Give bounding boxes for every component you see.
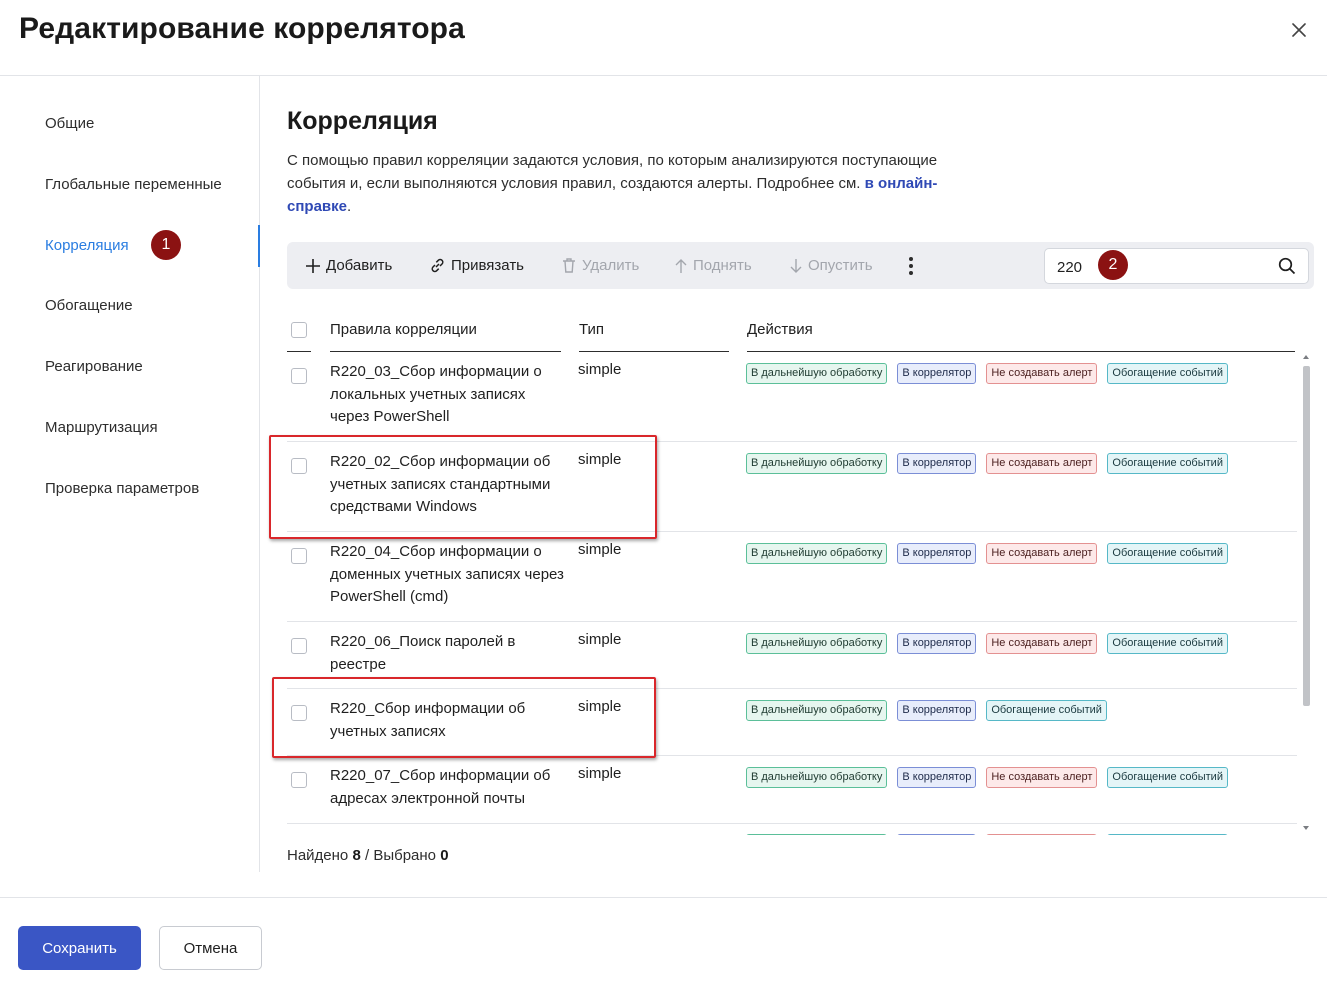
plus-icon (306, 258, 320, 273)
search-field (1044, 248, 1309, 284)
rule-type: simple (578, 541, 622, 558)
rule-actions: В дальнейшую обработку В коррелятор Обог… (746, 700, 1107, 721)
rule-actions: В дальнейшую обработку В коррелятор Не с… (746, 453, 1228, 474)
action-tag-further-processing: В дальнейшую обработку (746, 453, 888, 474)
action-tag-to-correlator: В коррелятор (897, 543, 977, 564)
section-title: Корреляция (287, 107, 438, 135)
rule-actions: В дальнейшую обработку В коррелятор Не с… (746, 363, 1228, 384)
highlight-box (269, 435, 657, 539)
rule-actions: В дальнейшую обработку В коррелятор Не с… (746, 543, 1228, 564)
rule-actions: В дальнейшую обработку В коррелятор Не с… (746, 767, 1228, 788)
action-tag-no-alert: Не создавать алерт (986, 633, 1098, 654)
action-tag-to-correlator: В коррелятор (897, 834, 977, 835)
column-header-rules[interactable]: Правила корреляции (330, 321, 477, 338)
action-tag-enrichment: Обогащение событий (1107, 363, 1228, 384)
sidebar-item-enrichment[interactable]: Обогащение (45, 297, 133, 314)
column-header-actions[interactable]: Действия (747, 321, 813, 338)
table-row[interactable]: R220_04_Сбор информации о доменных учетн… (287, 532, 1297, 622)
sidebar-nav: Общие Глобальные переменные Корреляция О… (0, 76, 260, 872)
bind-button[interactable]: Привязать (429, 242, 524, 289)
action-tag-to-correlator: В коррелятор (897, 633, 977, 654)
arrow-down-icon (790, 258, 802, 273)
action-tag-enrichment: Обогащение событий (1107, 543, 1228, 564)
action-tag-further-processing: В дальнейшую обработку (746, 834, 888, 835)
action-tag-further-processing: В дальнейшую обработку (746, 633, 888, 654)
more-vertical-icon[interactable] (905, 255, 917, 277)
table-row[interactable]: R220_07_Сбор информации об адресах элект… (287, 756, 1297, 824)
cancel-button[interactable]: Отмена (159, 926, 262, 970)
action-tag-enrichment: Обогащение событий (1107, 834, 1228, 835)
action-tag-enrichment: Обогащение событий (1107, 767, 1228, 788)
annotation-marker-2: 2 (1098, 250, 1128, 280)
select-all-checkbox[interactable] (291, 322, 307, 338)
action-tag-enrichment: Обогащение событий (1107, 633, 1228, 654)
scrollbar-thumb[interactable] (1303, 366, 1310, 706)
rule-name: R220_06_Поиск паролей в реестре (330, 633, 516, 673)
action-tag-further-processing: В дальнейшую обработку (746, 767, 888, 788)
link-icon (431, 258, 444, 273)
rule-actions: В дальнейшую обработку В коррелятор Не с… (746, 834, 1228, 835)
sidebar-item-routing[interactable]: Маршрутизация (45, 419, 158, 436)
found-count: 8 (352, 847, 361, 864)
action-tag-further-processing: В дальнейшую обработку (746, 543, 888, 564)
table-toolbar: Добавить Привязать Удалить Поднять Опуст… (287, 242, 1314, 289)
action-tag-no-alert: Не создавать алерт (986, 834, 1098, 835)
action-tag-no-alert: Не создавать алерт (986, 543, 1098, 564)
results-summary: Найдено 8 / Выбрано 0 (287, 847, 449, 864)
close-icon[interactable] (1287, 18, 1311, 42)
trash-icon (563, 258, 575, 273)
arrow-up-icon (675, 258, 687, 273)
action-tag-no-alert: Не создавать алерт (986, 767, 1098, 788)
save-button[interactable]: Сохранить (18, 926, 141, 970)
annotation-marker-1: 1 (151, 230, 181, 260)
row-checkbox[interactable] (291, 638, 307, 654)
rule-name: R220_07_Сбор информации об адресах элект… (330, 767, 551, 807)
action-tag-to-correlator: В коррелятор (897, 363, 977, 384)
scroll-up-arrow[interactable] (1303, 355, 1309, 359)
dialog-header: Редактирование коррелятора (0, 0, 1327, 76)
rule-type: simple (578, 361, 622, 378)
sidebar-item-general[interactable]: Общие (45, 115, 94, 132)
action-tag-to-correlator: В коррелятор (897, 767, 977, 788)
selected-count: 0 (440, 847, 449, 864)
rule-type: simple (578, 765, 622, 782)
dialog-title: Редактирование коррелятора (19, 12, 465, 45)
table-row[interactable]: R220_03_Сбор информации о локальных учет… (287, 352, 1297, 442)
rule-name: R220_03_Сбор информации о локальных учет… (330, 363, 542, 425)
search-input[interactable] (1057, 255, 1257, 279)
action-tag-to-correlator: В коррелятор (897, 700, 977, 721)
rule-name: R220_04_Сбор информации о доменных учетн… (330, 543, 564, 605)
search-icon[interactable] (1278, 257, 1296, 280)
dialog-footer: Сохранить Отмена (0, 897, 1327, 985)
move-up-button[interactable]: Поднять (674, 242, 752, 289)
table-header: Правила корреляции Тип Действия (287, 316, 1297, 352)
table-row[interactable]: В дальнейшую обработку В коррелятор Не с… (287, 824, 1297, 835)
action-tag-no-alert: Не создавать алерт (986, 363, 1098, 384)
action-tag-further-processing: В дальнейшую обработку (746, 363, 888, 384)
sidebar-item-parameter-check[interactable]: Проверка параметров (45, 480, 199, 497)
table-body: R220_03_Сбор информации о локальных учет… (287, 352, 1297, 835)
action-tag-enrichment: Обогащение событий (1107, 453, 1228, 474)
sidebar-item-response[interactable]: Реагирование (45, 358, 143, 375)
column-header-type[interactable]: Тип (579, 321, 604, 338)
action-tag-no-alert: Не создавать алерт (986, 453, 1098, 474)
row-checkbox[interactable] (291, 548, 307, 564)
row-checkbox[interactable] (291, 772, 307, 788)
add-button[interactable]: Добавить (305, 242, 392, 289)
sidebar-item-global-variables[interactable]: Глобальные переменные (45, 176, 222, 193)
sidebar-active-indicator (258, 225, 260, 267)
delete-button[interactable]: Удалить (561, 242, 639, 289)
move-down-button[interactable]: Опустить (789, 242, 873, 289)
action-tag-to-correlator: В коррелятор (897, 453, 977, 474)
scroll-down-arrow[interactable] (1303, 826, 1309, 830)
sidebar-item-correlation[interactable]: Корреляция (45, 237, 129, 254)
action-tag-enrichment: Обогащение событий (986, 700, 1107, 721)
highlight-box (272, 677, 656, 758)
rule-type: simple (578, 631, 622, 648)
rule-actions: В дальнейшую обработку В коррелятор Не с… (746, 633, 1228, 654)
section-description: С помощью правил корреляции задаются усл… (287, 152, 938, 215)
action-tag-further-processing: В дальнейшую обработку (746, 700, 888, 721)
row-checkbox[interactable] (291, 368, 307, 384)
table-scrollbar[interactable] (1299, 352, 1313, 835)
